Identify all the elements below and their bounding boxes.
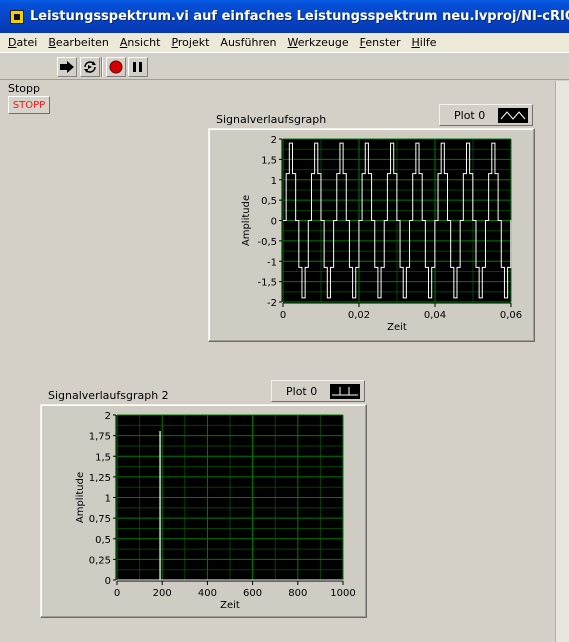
menu-ansicht[interactable]: Ansicht <box>120 36 161 49</box>
x-axis-label: Zeit <box>220 600 240 611</box>
toolbar-separator <box>101 57 103 77</box>
y-tick-label: -1,5 <box>257 278 277 289</box>
run-continuously-button[interactable] <box>80 57 100 77</box>
y-tick-label: -0,5 <box>257 237 277 248</box>
labview-vi-icon <box>10 9 24 24</box>
x-tick-label: 0 <box>114 588 120 599</box>
window-title: Leistungsspektrum.vi auf einfaches Leist… <box>30 9 569 24</box>
menu-projekt[interactable]: Projekt <box>171 36 209 49</box>
stop-label: Stopp <box>8 82 40 95</box>
pause-icon <box>133 62 142 72</box>
graph1-legend-label: Plot 0 <box>454 109 486 122</box>
x-tick-label: 200 <box>153 588 172 599</box>
window-title-bar[interactable]: Leistungsspektrum.vi auf einfaches Leist… <box>0 0 569 33</box>
y-tick-label: 1 <box>105 494 111 505</box>
stop-circle-icon <box>109 60 123 74</box>
graph2-plot-legend[interactable]: Plot 0 <box>271 380 365 402</box>
x-tick-label: 0,02 <box>348 310 370 321</box>
run-continuously-icon <box>84 61 96 73</box>
graph2-legend-swatch <box>330 384 360 399</box>
x-tick-label: 0,04 <box>424 310 446 321</box>
x-tick-label: 1000 <box>330 588 355 599</box>
menu-fenster[interactable]: Fenster <box>360 36 401 49</box>
x-axis-label: Zeit <box>387 322 407 333</box>
y-tick-label: 2 <box>271 135 277 146</box>
menu-bar: Datei Bearbeiten Ansicht Projekt Ausführen We… <box>0 33 569 53</box>
graph1-plot-legend[interactable]: Plot 0 <box>439 104 533 126</box>
y-tick-label: 0 <box>271 217 277 228</box>
sine-wave-icon <box>500 111 526 120</box>
y-tick-label: 1 <box>271 176 277 187</box>
y-axis-label: Amplitude <box>241 195 252 246</box>
impulse-icon <box>332 387 358 396</box>
run-arrow-icon <box>60 61 74 73</box>
abort-button[interactable] <box>106 57 126 77</box>
pause-button[interactable] <box>128 57 148 77</box>
toolbar <box>0 54 569 80</box>
menu-ausführen[interactable]: Ausführen <box>220 36 276 49</box>
y-tick-label: 1,5 <box>95 452 111 463</box>
graph1-legend-swatch <box>498 108 528 123</box>
graph2-label: Signalverlaufsgraph 2 <box>48 389 169 402</box>
y-tick-label: 2 <box>105 411 111 422</box>
menu-bearbeiten[interactable]: Bearbeiten <box>48 36 108 49</box>
menu-datei[interactable]: Datei <box>8 36 37 49</box>
graph1-frame: 2 1,5 1 0,5 0 -0,5 -1 -1,5 -2 0 0,02 0,04 0,06 Zeit Am… <box>208 128 535 342</box>
y-tick-label: 1,25 <box>89 473 111 484</box>
y-tick-label: -2 <box>267 298 277 309</box>
graph1-chart[interactable]: 21,510,50-0,5-1-1,5-20 0,02 0,04 0,06ZeitAm… <box>209 129 534 341</box>
graph2-frame: 2 1,75 1,5 1,25 1 0,75 0,5 0,25 0 0 200 400 600 800 10… <box>40 404 367 618</box>
menu-werkzeuge[interactable]: Werkzeuge <box>288 36 349 49</box>
y-tick-label: 1,75 <box>89 432 111 443</box>
y-axis-label: Amplitude <box>75 472 86 523</box>
run-button[interactable] <box>57 57 77 77</box>
y-tick-label: 0,5 <box>95 535 111 546</box>
y-tick-label: 0 <box>105 576 111 587</box>
x-tick-label: 800 <box>288 588 307 599</box>
x-tick-label: 0 <box>280 310 286 321</box>
y-tick-label: 0,5 <box>261 196 277 207</box>
y-tick-label: 0,25 <box>89 555 111 566</box>
y-tick-label: -1 <box>267 257 277 268</box>
graph2-chart[interactable]: 2 1,75 1,5 1,25 1 0,75 0,5 0,25 00 200 400 600 800 10… <box>41 405 366 617</box>
x-tick-label: 0,06 <box>500 310 522 321</box>
x-tick-label: 600 <box>243 588 262 599</box>
graph1-label: Signalverlaufsgraph <box>216 113 327 126</box>
graph2-legend-label: Plot 0 <box>286 385 318 398</box>
menu-hilfe[interactable]: Hilfe <box>411 36 436 49</box>
y-tick-label: 1,5 <box>261 155 277 166</box>
stop-button[interactable]: STOPP <box>8 96 50 114</box>
x-tick-label: 400 <box>198 588 217 599</box>
y-tick-label: 0,75 <box>89 514 111 525</box>
vertical-scrollbar[interactable] <box>555 81 569 642</box>
